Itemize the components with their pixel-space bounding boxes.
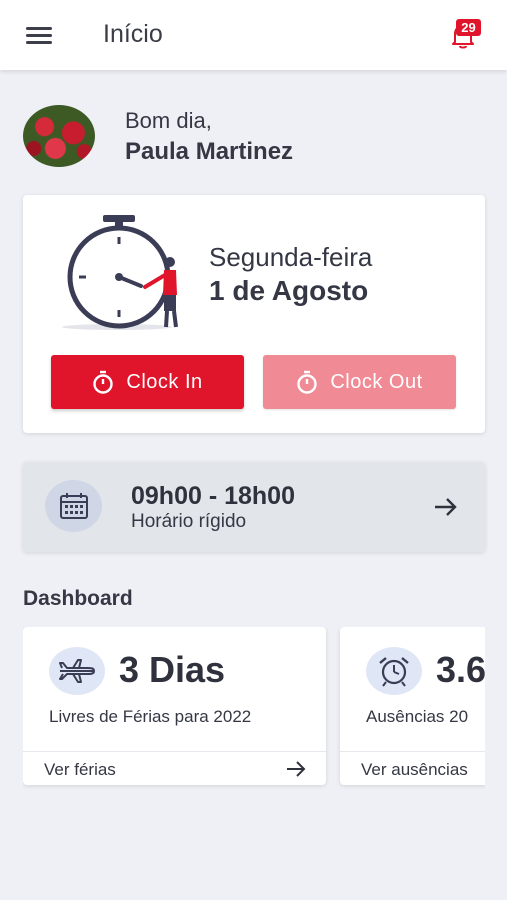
view-vacations-link[interactable]: Ver férias [23,751,326,785]
schedule-type: Horário rígido [131,511,247,532]
page-title: Início [103,20,163,48]
absences-card: 3.6 Ausências 20 Ver ausências [340,627,485,785]
vacation-days-description: Livres de Férias para 2022 [49,707,252,726]
clock-illustration-icon [62,215,178,330]
arrow-right-icon [435,498,457,516]
schedule-card[interactable]: 09h00 - 18h00 Horário rígido [23,462,485,552]
alarm-clock-icon [366,647,422,695]
dashboard-title: Dashboard [23,587,133,610]
arrow-right-icon [287,761,306,777]
calendar-icon [45,480,102,532]
vacation-days-value: 3 Dias [119,649,226,690]
absences-description: Ausências 20 [366,707,469,726]
user-name: Paula Martinez [125,138,294,165]
greeting-salutation: Bom dia, [125,108,212,133]
absences-value: 3.6 [436,649,485,690]
stopwatch-icon [297,370,318,394]
view-vacations-label: Ver férias [44,760,116,779]
app-bar: Início 29 [0,0,507,70]
stopwatch-icon [93,370,114,394]
menu-icon[interactable] [22,22,58,48]
date-label: 1 de Agosto [209,275,369,306]
vacation-card: 3 Dias Livres de Férias para 2022 Ver fé… [23,627,326,785]
clock-out-label: Clock Out [330,370,423,393]
view-absences-link[interactable]: Ver ausências [340,751,485,785]
airplane-icon [49,647,105,695]
notification-badge: 29 [456,19,481,36]
clock-card: Segunda-feira 1 de Agosto Clock In Clock… [23,195,485,433]
clock-out-button[interactable]: Clock Out [263,355,456,409]
avatar [23,105,95,167]
clock-in-label: Clock In [126,370,203,393]
clock-in-button[interactable]: Clock In [51,355,244,409]
weekday-label: Segunda-feira [209,242,373,272]
schedule-time-range: 09h00 - 18h00 [131,482,295,510]
view-absences-label: Ver ausências [361,760,468,779]
dashboard-carousel[interactable]: 3 Dias Livres de Férias para 2022 Ver fé… [23,627,485,789]
